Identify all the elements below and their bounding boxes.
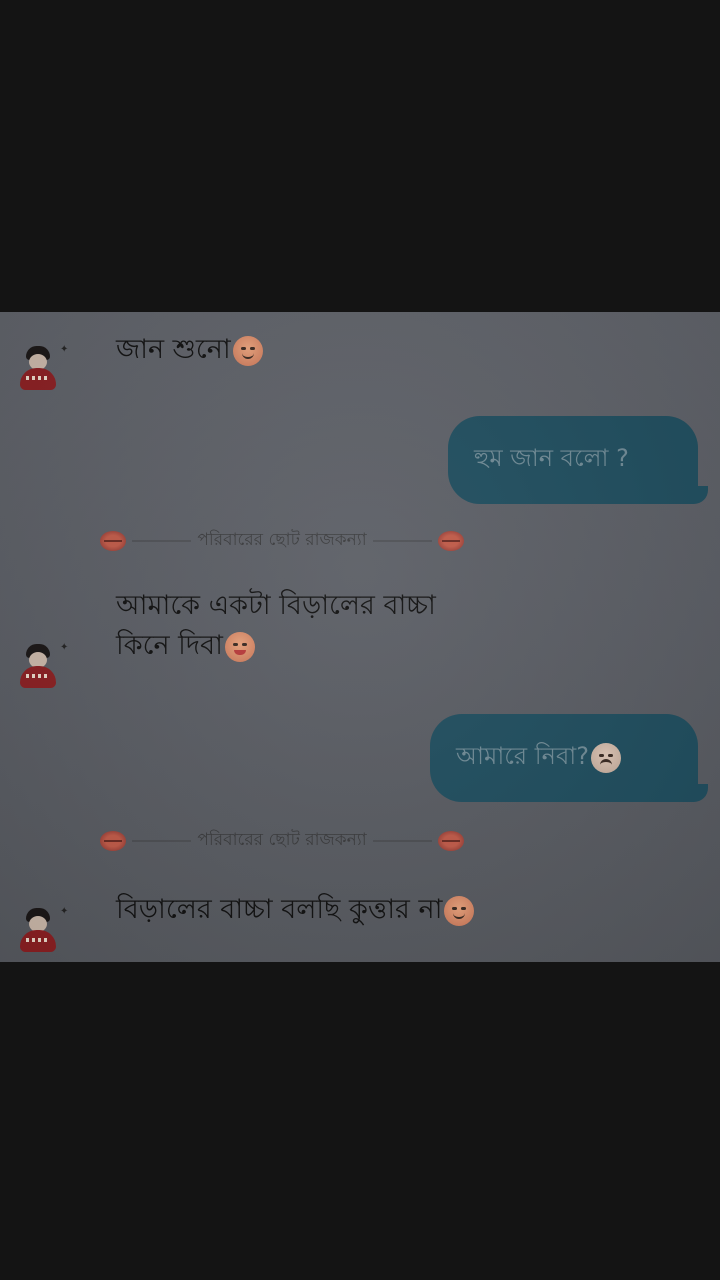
tongue-face-icon [224,631,255,662]
incoming-message[interactable]: বিড়ালের বাচ্চা বলছি কুত্তার না [116,890,475,930]
chat-thread: ✦ জান শুনো হুম জান বলো ? পরিবারের ছোট রা… [0,312,720,962]
divider-label: পরিবারের ছোট রাজকন্যা [197,830,367,850]
kiss-mark-icon [438,831,464,851]
letterbox-bottom [0,962,720,1280]
outgoing-message[interactable]: আমারে নিবা? [430,714,708,802]
message-text-line2: কিনে দিবা [116,630,223,661]
divider-label: পরিবারের ছোট রাজকন্যা [197,530,367,550]
weary-face-icon [591,743,622,773]
incoming-message[interactable]: আমাকে একটা বিড়ালের বাচ্চা কিনে দিবা [116,586,436,666]
outgoing-message[interactable]: হুম জান বলো ? [448,416,708,504]
signature-divider: পরিবারের ছোট রাজকন্যা [100,526,464,556]
kiss-mark-icon [438,531,464,551]
message-text: হুম জান বলো ? [474,444,629,472]
message-text: বিড়ালের বাচ্চা বলছি কুত্তার না [116,894,443,925]
smiling-face-icon [232,335,263,366]
contact-avatar[interactable]: ✦ [16,642,68,692]
contact-avatar[interactable]: ✦ [16,906,68,956]
message-text: জান শুনো [116,334,231,365]
smiling-face-icon [444,895,475,926]
incoming-message[interactable]: জান শুনো [116,330,263,370]
message-text-line1: আমাকে একটা বিড়ালের বাচ্চা [116,590,436,621]
signature-divider: পরিবারের ছোট রাজকন্যা [100,826,464,856]
contact-avatar[interactable]: ✦ [16,344,68,394]
letterbox-top [0,0,720,312]
kiss-mark-icon [100,531,126,551]
message-text: আমারে নিবা? [456,742,590,770]
kiss-mark-icon [100,831,126,851]
